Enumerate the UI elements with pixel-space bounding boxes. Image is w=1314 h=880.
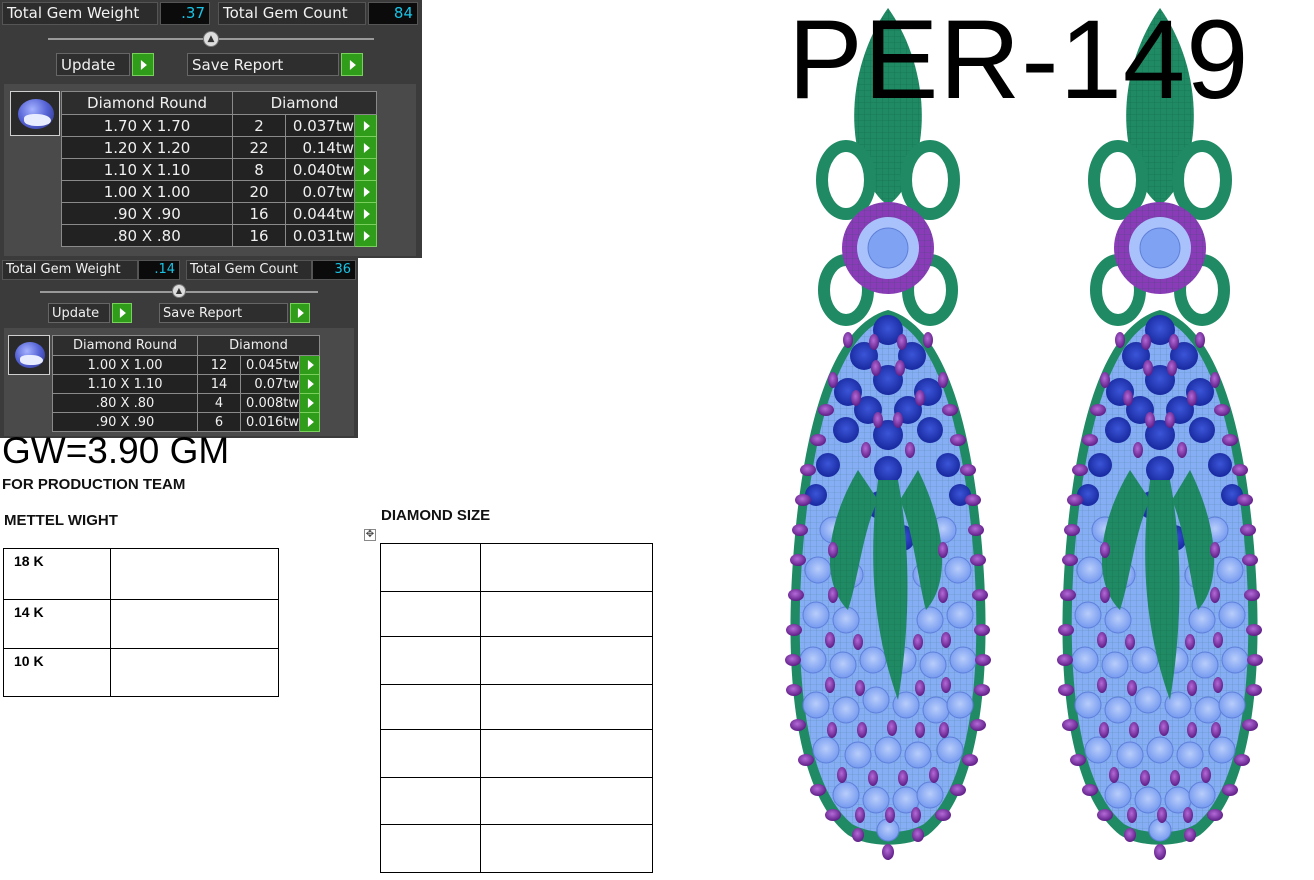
left-earring bbox=[785, 8, 991, 860]
right-earring bbox=[1057, 8, 1263, 860]
design-code: PER-149 bbox=[788, 0, 1250, 122]
earring-render-image bbox=[0, 0, 1314, 880]
